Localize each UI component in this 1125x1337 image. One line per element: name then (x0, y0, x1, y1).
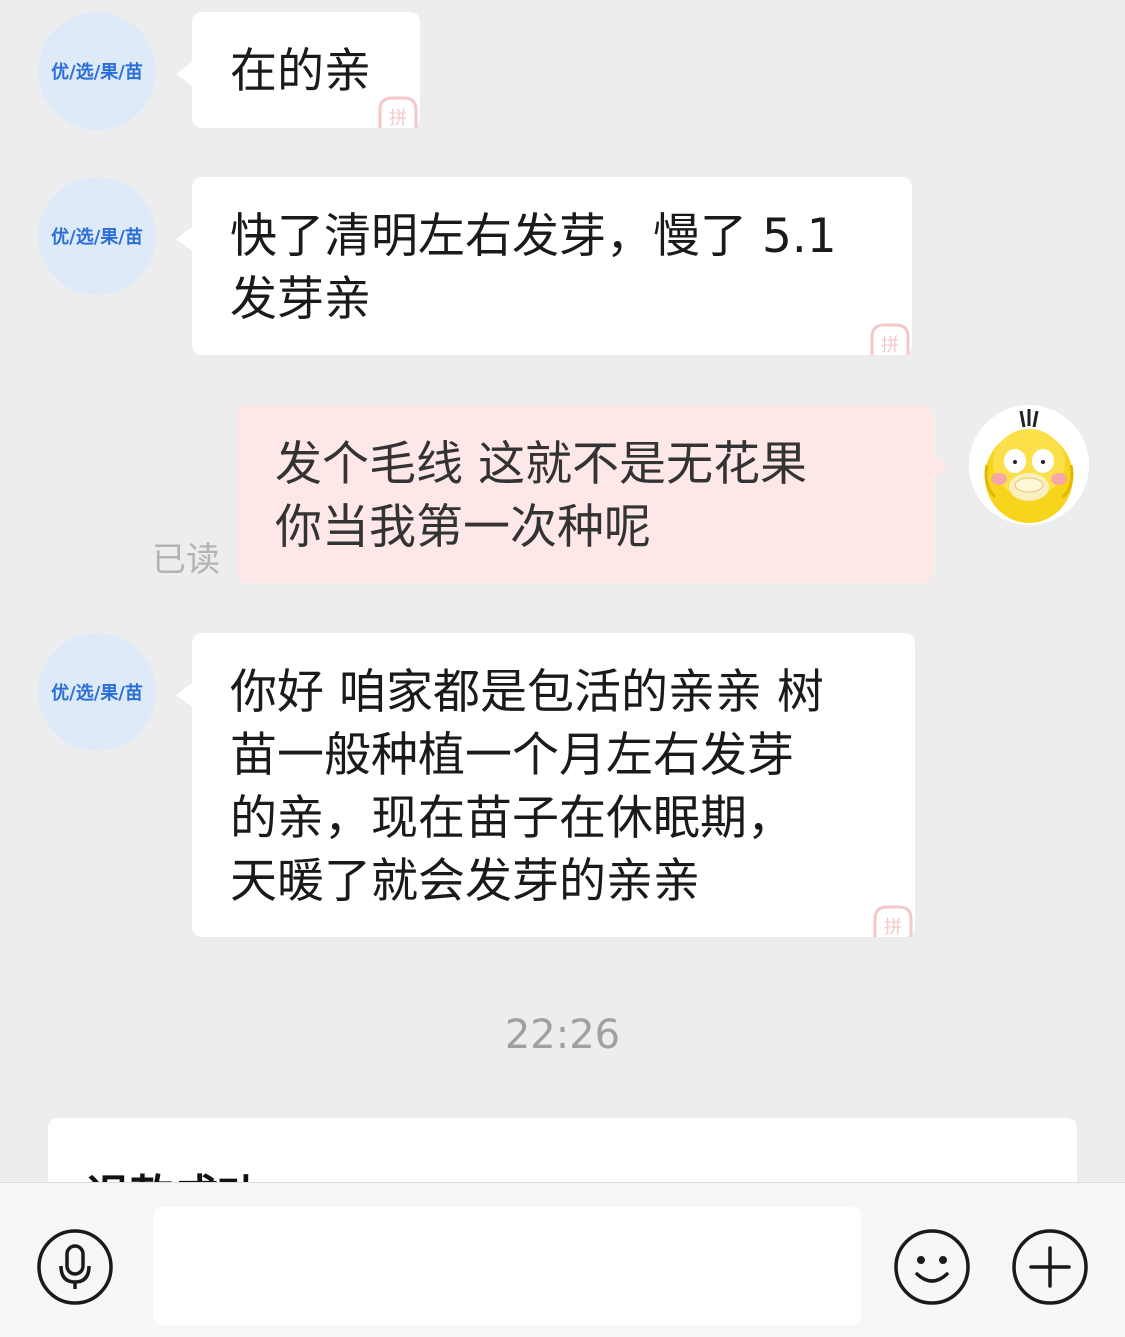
shop-avatar[interactable]: 优/选/果/苗 (38, 12, 156, 130)
user-avatar[interactable] (969, 405, 1089, 525)
message-line: 苗一般种植一个月左右发芽 (230, 728, 794, 783)
pinduoduo-watermark-icon: 拼 (870, 323, 910, 355)
plus-icon[interactable] (1011, 1228, 1089, 1306)
shop-avatar-label: 优/选/果/苗 (51, 683, 143, 704)
smiley-icon[interactable] (893, 1228, 971, 1306)
message-line: 发个毛线 这就不是无花果 (275, 437, 807, 492)
message-text: 在的亲 (230, 44, 371, 99)
message-line: 发芽亲 (230, 272, 371, 327)
svg-text:拼: 拼 (884, 917, 902, 937)
message-line: 的亲，现在苗子在休眠期， (230, 791, 794, 846)
message-timestamp: 22:26 (504, 1012, 621, 1058)
shop-avatar-label: 优/选/果/苗 (51, 62, 143, 83)
message-line: 你好 咱家都是包活的亲亲 树 (230, 665, 824, 720)
pinduoduo-watermark-icon: 拼 (378, 96, 418, 128)
shop-avatar[interactable]: 优/选/果/苗 (38, 633, 156, 751)
shop-avatar[interactable]: 优/选/果/苗 (38, 177, 156, 295)
yellow-duck-avatar-icon (969, 405, 1089, 525)
svg-text:拼: 拼 (389, 108, 407, 128)
message-input[interactable] (153, 1207, 861, 1325)
message-bubble-incoming[interactable]: 在的亲 拼 (176, 12, 420, 128)
chat-input-bar (0, 1182, 1125, 1337)
message-line: 快了清明左右发芽，慢了 5.1 (230, 209, 837, 264)
pinduoduo-watermark-icon: 拼 (873, 905, 913, 937)
chat-area: 优/选/果/苗 在的亲 拼 优/选/果/苗 快了清明左右发芽，慢了 5.1 发芽… (0, 0, 1125, 1182)
refund-card-title: 退款成功 (86, 1160, 262, 1182)
refund-status-card[interactable]: 退款成功 (48, 1118, 1077, 1182)
shop-avatar-label: 优/选/果/苗 (51, 227, 143, 248)
message-line: 天暖了就会发芽的亲亲 (230, 854, 700, 909)
message-bubble-incoming[interactable]: 你好 咱家都是包活的亲亲 树 苗一般种植一个月左右发芽 的亲，现在苗子在休眠期，… (176, 633, 915, 937)
microphone-icon[interactable] (36, 1228, 114, 1306)
svg-text:拼: 拼 (881, 335, 899, 355)
message-line: 你当我第一次种呢 (275, 500, 651, 555)
read-receipt: 已读 (152, 540, 220, 580)
message-bubble-outgoing[interactable]: 发个毛线 这就不是无花果 你当我第一次种呢 (237, 405, 949, 583)
message-bubble-incoming[interactable]: 快了清明左右发芽，慢了 5.1 发芽亲 拼 (176, 177, 912, 355)
